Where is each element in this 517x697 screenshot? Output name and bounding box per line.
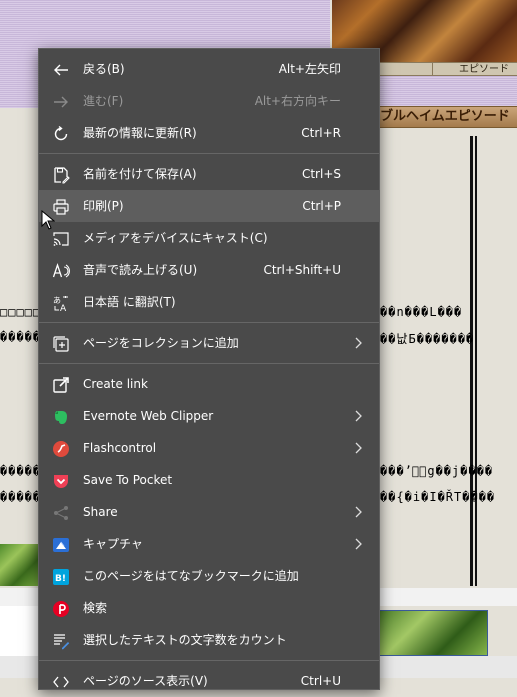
menu-item-label: Flashcontrol — [83, 441, 157, 455]
chevron-right-icon — [355, 410, 362, 422]
menu-item-shortcut: Ctrl+R — [301, 126, 341, 140]
cast-icon — [52, 230, 70, 248]
menu-item-read-aloud[interactable]: 音声で読み上げる(U) Ctrl+Shift+U — [39, 254, 379, 286]
menu-item-label: 日本語 に翻訳(T) — [83, 295, 176, 309]
context-menu: 戻る(B) Alt+左矢印 進む(F) Alt+右方向キー 最新の情報に更新(R… — [38, 48, 380, 690]
garbled-text: ��{�i�I�ŘT���� — [380, 490, 496, 504]
menu-item-capture[interactable]: キャプチャ — [39, 528, 379, 560]
menu-item-label: 戻る(B) — [83, 62, 125, 76]
menu-item-shortcut: Ctrl+Shift+U — [263, 263, 341, 277]
mouse-cursor-icon — [41, 210, 55, 230]
menu-item-back[interactable]: 戻る(B) Alt+左矢印 — [39, 53, 379, 85]
page-column-rule — [470, 136, 473, 586]
menu-item-count-characters[interactable]: 選択したテキストの文字数をカウント — [39, 624, 379, 656]
menu-item-label: 音声で読み上げる(U) — [83, 263, 198, 277]
menu-item-view-source[interactable]: ページのソース表示(V) Ctrl+U — [39, 665, 379, 697]
create-link-icon — [52, 376, 70, 394]
page-purple-band — [378, 76, 517, 106]
menu-item-shortcut: Ctrl+S — [301, 167, 341, 181]
view-source-icon — [52, 673, 70, 691]
chevron-right-icon — [355, 506, 362, 518]
page-column-rule — [475, 136, 477, 586]
menu-item-label: 最新の情報に更新(R) — [83, 126, 197, 140]
menu-item-shortcut: Alt+右方向キー — [254, 94, 341, 108]
svg-text:A: A — [60, 304, 67, 312]
save-as-icon — [52, 166, 70, 184]
menu-item-label: Evernote Web Clipper — [83, 409, 214, 423]
menu-item-label: キャプチャ — [83, 537, 143, 551]
page-section-title: ブルヘイムエピソード — [378, 106, 517, 128]
text-count-icon — [52, 632, 70, 650]
page-tab-divider — [432, 62, 433, 76]
menu-item-refresh[interactable]: 最新の情報に更新(R) Ctrl+R — [39, 117, 379, 149]
menu-item-label: 選択したテキストの文字数をカウント — [83, 633, 287, 647]
menu-item-shortcut: Ctrl+P — [302, 199, 341, 213]
page-image-thumbnail — [378, 610, 488, 656]
menu-separator — [39, 660, 379, 661]
menu-item-label: 検索 — [83, 601, 108, 615]
evernote-icon — [52, 408, 70, 426]
menu-item-label: 名前を付けて保存(A) — [83, 167, 197, 181]
menu-item-shortcut: Alt+左矢印 — [278, 62, 341, 76]
garbled-text: ���ʼ゙゚g��j���� — [380, 464, 494, 478]
menu-item-create-link[interactable]: Create link — [39, 368, 379, 400]
hatena-bookmark-icon: B! — [52, 568, 70, 586]
pocket-icon — [52, 472, 70, 490]
menu-item-save-to-pocket[interactable]: Save To Pocket — [39, 464, 379, 496]
menu-item-evernote-web-clipper[interactable]: Evernote Web Clipper — [39, 400, 379, 432]
menu-item-label: 進む(F) — [83, 94, 124, 108]
menu-item-label: このページをはてなブックマークに追加 — [83, 569, 299, 583]
read-aloud-icon — [52, 262, 70, 280]
menu-item-search[interactable]: 検索 — [39, 592, 379, 624]
forward-arrow-icon — [52, 93, 70, 111]
menu-item-add-to-collections[interactable]: ページをコレクションに追加 — [39, 327, 379, 359]
menu-item-label: Share — [83, 505, 118, 519]
back-arrow-icon — [52, 61, 70, 79]
chevron-right-icon — [355, 538, 362, 550]
menu-separator — [39, 153, 379, 154]
page-image-thumbnail — [0, 544, 38, 586]
chevron-right-icon — [355, 442, 362, 454]
menu-item-share[interactable]: Share — [39, 496, 379, 528]
garbled-text: ��n���L��� — [380, 305, 463, 319]
page-tab-episode[interactable]: エピソード — [378, 62, 517, 76]
capture-icon — [52, 536, 70, 554]
menu-item-forward[interactable]: 進む(F) Alt+右方向キー — [39, 85, 379, 117]
menu-separator — [39, 363, 379, 364]
menu-item-label: ページをコレクションに追加 — [83, 336, 239, 350]
garbled-text: ��낪Б������� — [380, 332, 475, 346]
collections-icon — [52, 335, 70, 353]
menu-item-translate[interactable]: あA 日本語 に翻訳(T) — [39, 286, 379, 318]
menu-item-shortcut: Ctrl+U — [300, 674, 341, 688]
menu-item-label: 印刷(P) — [83, 199, 124, 213]
menu-item-label: Create link — [83, 377, 148, 391]
chevron-right-icon — [355, 337, 362, 349]
menu-item-cast[interactable]: メディアをデバイスにキャスト(C) — [39, 222, 379, 254]
menu-item-label: Save To Pocket — [83, 473, 173, 487]
menu-item-save-as[interactable]: 名前を付けて保存(A) Ctrl+S — [39, 158, 379, 190]
page-strip — [0, 606, 40, 657]
translate-icon: あA — [52, 294, 70, 312]
menu-item-print[interactable]: 印刷(P) Ctrl+P — [39, 190, 379, 222]
menu-item-label: メディアをデバイスにキャスト(C) — [83, 231, 268, 245]
flashcontrol-icon — [52, 440, 70, 458]
menu-item-flashcontrol[interactable]: Flashcontrol — [39, 432, 379, 464]
refresh-icon — [52, 125, 70, 143]
menu-item-hatena-bookmark[interactable]: B! このページをはてなブックマークに追加 — [39, 560, 379, 592]
menu-item-label: ページのソース表示(V) — [83, 674, 208, 688]
svg-text:B!: B! — [55, 574, 66, 584]
pinterest-icon — [52, 600, 70, 618]
share-icon — [52, 504, 70, 522]
menu-separator — [39, 322, 379, 323]
